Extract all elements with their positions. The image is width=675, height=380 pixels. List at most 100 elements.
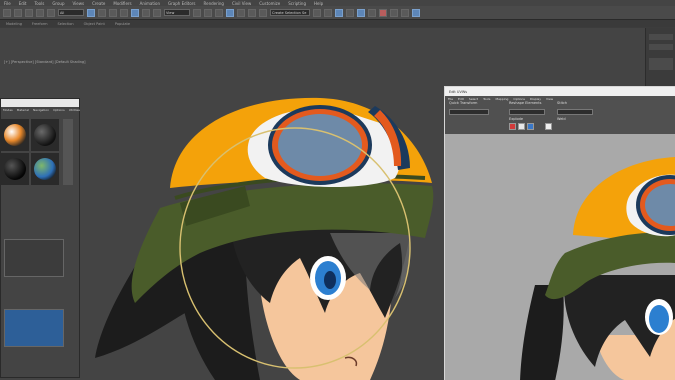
- tab-freeform[interactable]: Freeform: [32, 22, 48, 26]
- uv-menu-view[interactable]: View: [546, 97, 553, 101]
- 3ds-max-app: File Edit Tools Group Views Create Modif…: [0, 0, 675, 380]
- menu-file[interactable]: File: [4, 1, 11, 6]
- material-sphere-blue: [34, 158, 56, 180]
- preview-hair-back: [520, 285, 564, 380]
- material-slot-4[interactable]: [31, 153, 59, 185]
- menu-modifiers[interactable]: Modifiers: [113, 1, 131, 6]
- stitch-field[interactable]: [557, 109, 593, 115]
- tab-selection[interactable]: Selection: [58, 22, 74, 26]
- snaps-toggle-icon[interactable]: [226, 8, 234, 17]
- move-icon[interactable]: [131, 8, 139, 17]
- swatch-red[interactable]: [509, 123, 516, 130]
- link-icon[interactable]: [25, 8, 33, 17]
- material-editor-window: Modes Material Navigation Options Utilit…: [0, 98, 80, 378]
- select-manipulate-icon[interactable]: [204, 8, 212, 17]
- menu-scripting[interactable]: Scripting: [288, 1, 306, 6]
- quick-transform-label: Quick Transform: [449, 101, 478, 105]
- reference-coordinate-dropdown[interactable]: View: [164, 9, 190, 16]
- tab-populate[interactable]: Populate: [115, 22, 130, 26]
- uv-menu-mapping[interactable]: Mapping: [496, 97, 509, 101]
- select-object-icon[interactable]: [87, 8, 95, 17]
- menu-edit[interactable]: Edit: [19, 1, 27, 6]
- swatch-checker[interactable]: [545, 123, 552, 130]
- unlink-icon[interactable]: [36, 8, 44, 17]
- undo-icon[interactable]: [3, 8, 11, 17]
- menu-group[interactable]: Group: [52, 1, 64, 6]
- menu-create[interactable]: Create: [92, 1, 105, 6]
- material-editor-icon[interactable]: [379, 8, 387, 17]
- select-by-name-icon[interactable]: [98, 8, 106, 17]
- goggle-lens-left: [278, 114, 362, 176]
- edit-uvws-toolbar: File Edit Select Tools Mapping Options D…: [445, 96, 675, 134]
- selection-filter-value: All: [60, 11, 65, 15]
- selection-set-field[interactable]: Create Selection Se: [270, 9, 310, 16]
- swatch-blue[interactable]: [527, 123, 534, 130]
- menu-views[interactable]: Views: [73, 1, 85, 6]
- bind-space-warp-icon[interactable]: [47, 8, 55, 17]
- mirror-icon[interactable]: [313, 8, 321, 17]
- material-editor-menu: Modes Material Navigation Options Utilit…: [1, 107, 80, 113]
- reference-coordinate-value: View: [166, 11, 175, 15]
- material-slot-2[interactable]: [31, 119, 59, 151]
- menu-civil-view[interactable]: Civil View: [232, 1, 251, 6]
- render-production-icon[interactable]: [412, 8, 420, 17]
- edit-uvws-window: Edit UVWs File Edit Select Tools Mapping…: [444, 86, 675, 380]
- selection-filter-dropdown[interactable]: All: [58, 9, 84, 16]
- menu-graph-editors[interactable]: Graph Editors: [168, 1, 195, 6]
- pivot-center-icon[interactable]: [193, 8, 201, 17]
- scale-icon[interactable]: [153, 8, 161, 17]
- viewport-label[interactable]: [+] [Perspective] [Standard] [Default Sh…: [4, 60, 86, 64]
- uv-preview-canvas[interactable]: [445, 135, 675, 380]
- material-sphere-dark: [4, 158, 26, 180]
- ribbon-tabs: Modeling Freeform Selection Object Paint…: [0, 20, 675, 27]
- menu-animation[interactable]: Animation: [140, 1, 160, 6]
- scene-explorer-icon[interactable]: [335, 8, 343, 17]
- keyboard-shortcut-icon[interactable]: [215, 8, 223, 17]
- material-slot-3[interactable]: [1, 153, 29, 185]
- reshape-label: Reshape Elements: [509, 101, 542, 105]
- rotate-icon[interactable]: [142, 8, 150, 17]
- uv-menu-tools[interactable]: Tools: [483, 97, 490, 101]
- swatch-white[interactable]: [518, 123, 525, 130]
- material-selected-box[interactable]: [4, 309, 64, 347]
- selection-set-value: Create Selection Se: [272, 11, 307, 15]
- modifier-list[interactable]: [649, 58, 673, 70]
- percent-snap-icon[interactable]: [248, 8, 256, 17]
- layer-explorer-icon[interactable]: [346, 8, 354, 17]
- menu-modes[interactable]: Modes: [3, 108, 13, 112]
- angle-snap-icon[interactable]: [237, 8, 245, 17]
- menu-tools[interactable]: Tools: [34, 1, 44, 6]
- menu-material[interactable]: Material: [17, 108, 29, 112]
- edit-uvws-title: Edit UVWs: [449, 89, 468, 94]
- material-editor-titlebar[interactable]: [1, 99, 79, 107]
- edit-uvws-titlebar[interactable]: Edit UVWs: [445, 87, 675, 96]
- rendered-frame-icon[interactable]: [401, 8, 409, 17]
- redo-icon[interactable]: [14, 8, 22, 17]
- preview-cheek: [595, 335, 675, 380]
- material-slot-1[interactable]: [1, 119, 29, 151]
- render-setup-icon[interactable]: [390, 8, 398, 17]
- material-side-toolbar[interactable]: [63, 119, 73, 185]
- tab-modeling[interactable]: Modeling: [6, 22, 22, 26]
- stitch-label: Stitch: [557, 101, 568, 105]
- reshape-field[interactable]: [509, 109, 545, 115]
- menu-rendering[interactable]: Rendering: [204, 1, 224, 6]
- rectangular-selection-icon[interactable]: [109, 8, 117, 17]
- command-panel-tabs[interactable]: [649, 34, 673, 40]
- window-crossing-icon[interactable]: [120, 8, 128, 17]
- command-panel-row[interactable]: [649, 44, 673, 50]
- menu-navigation[interactable]: Navigation: [33, 108, 49, 112]
- spinner-snap-icon[interactable]: [259, 8, 267, 17]
- material-parameter-box[interactable]: [4, 239, 64, 277]
- tab-object-paint[interactable]: Object Paint: [84, 22, 105, 26]
- menu-help[interactable]: Help: [314, 1, 323, 6]
- schematic-view-icon[interactable]: [368, 8, 376, 17]
- quick-transform-field[interactable]: [449, 109, 489, 115]
- curve-editor-icon[interactable]: [357, 8, 365, 17]
- align-icon[interactable]: [324, 8, 332, 17]
- menu-customize[interactable]: Customize: [259, 1, 280, 6]
- material-sphere-orange: [4, 124, 26, 146]
- menu-utilities[interactable]: Utilities: [69, 108, 80, 112]
- material-sphere-black: [34, 124, 56, 146]
- menu-options[interactable]: Options: [53, 108, 65, 112]
